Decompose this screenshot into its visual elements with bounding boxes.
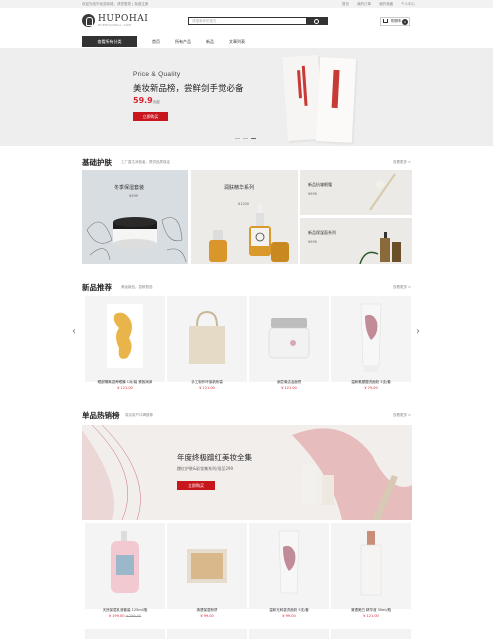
product-name[interactable]: 深层清洁洁面膏	[249, 380, 329, 385]
hot-banner[interactable]: 年度终极蹭红美妆全集 蹭红护肤&彩妆集系列/低至299 立即购买	[82, 425, 412, 520]
new-section-title: 新品推荐	[82, 283, 112, 292]
hero-headline: 美妆新品榜，尝鲜剑手觉必备	[133, 84, 244, 94]
eye-cream-swab	[369, 173, 396, 211]
product-name[interactable]: 天然保湿乳液套装 125ml/瓶	[85, 608, 165, 613]
product-price: ¥ 121.00	[199, 386, 215, 390]
hero-tagline: Price & Quality	[133, 71, 181, 78]
product-card-partial	[167, 629, 247, 639]
product-price: ¥ 121.00	[117, 386, 133, 390]
hot-banner-button[interactable]: 立即购买	[177, 481, 215, 490]
nav-articles[interactable]: 文章列表	[229, 36, 245, 47]
basic-section-subtitle: 工厂直达消费者，提供品质保证	[121, 160, 170, 164]
cleanser-tube-image	[360, 303, 382, 372]
site-logo[interactable]: HUPOHAI HUPOHAIMALL.COM	[82, 14, 148, 27]
product-name[interactable]: 清透保湿粉饼	[167, 608, 247, 613]
lotion-bottle-image	[111, 531, 139, 593]
cleansing-jar-image	[268, 318, 310, 359]
cart-count-badge: 0	[402, 19, 408, 25]
compact-powder-image	[187, 549, 227, 583]
search-input[interactable]: 请搜索你的宝贝	[188, 17, 328, 25]
product-name[interactable]: 温和氨基酸洗面奶 5支/套	[331, 380, 411, 385]
moisture-bottles	[359, 232, 401, 264]
product-card[interactable]	[167, 296, 247, 382]
product-price: ¥ 121.00	[363, 614, 379, 618]
carousel-next-icon[interactable]: ›	[416, 326, 420, 337]
product-price: ¥ 121.00	[281, 386, 297, 390]
hot-section-subtitle: 真实用户口碑推荐	[125, 413, 153, 417]
top-link-account[interactable]: 个人中心	[401, 2, 415, 7]
product-name[interactable]: 清透美白 精华液 30ml/瓶	[331, 608, 411, 613]
logo-mark-icon	[82, 14, 95, 27]
hero-banner[interactable]: Price & Quality 美妆新品榜，尝鲜剑手觉必备 59.9元起 立即购…	[0, 48, 493, 146]
leaf-illustration	[86, 217, 187, 263]
product-card-partial	[331, 629, 411, 639]
hot-banner-subtitle: 蹭红护肤&彩妆集系列/低至299	[177, 466, 234, 471]
logo-name: HUPOHAI	[98, 13, 149, 24]
product-price: ¥ 99.00	[200, 614, 214, 618]
product-price: ¥ 199.00 ¥ 299.00	[108, 614, 142, 618]
product-name[interactable]: 温和无刺激洗面奶 5支/套	[249, 608, 329, 613]
product-card[interactable]	[249, 523, 329, 609]
main-nav: 首页 所有产品 新品 文章列表	[152, 36, 245, 47]
product-card-partial	[85, 629, 165, 639]
hot-section-title: 单品热销榜	[82, 411, 120, 420]
basic-more-link[interactable]: 查看更多 >	[393, 160, 411, 165]
search-placeholder: 请搜索你的宝贝	[192, 19, 217, 23]
carousel-prev-icon[interactable]: ‹	[72, 326, 76, 337]
top-link-orders[interactable]: 我的订单	[357, 2, 371, 7]
category-menu-button[interactable]: 查看所有分类	[82, 36, 137, 47]
hero-carousel-dots[interactable]	[235, 138, 256, 140]
hero-buy-button[interactable]: 立即购买	[133, 112, 168, 121]
top-link-home[interactable]: 首页	[342, 2, 349, 7]
hero-price: 59.9元起	[133, 96, 160, 105]
tile-winter-set[interactable]: 冬季保湿套装 ¥599	[82, 170, 188, 264]
basic-section-title: 基础护肤	[82, 158, 112, 167]
product-card[interactable]	[249, 296, 329, 382]
product-card[interactable]	[331, 296, 411, 382]
cleanser-tube-image	[278, 530, 300, 594]
search-button[interactable]	[306, 17, 328, 25]
product-name[interactable]: 手工制作环保帆布袋	[167, 380, 247, 385]
tile-essence-series[interactable]: 润肤精华系列 ¥1200	[191, 170, 298, 264]
hot-banner-title: 年度终极蹭红美妆全集	[177, 453, 252, 462]
cart-icon	[383, 19, 388, 23]
product-card-partial	[249, 629, 329, 639]
tile-moisture-series[interactable]: 新品保湿面系列 ¥599	[300, 218, 412, 264]
product-price: ¥ 99.00	[282, 614, 296, 618]
hero-product-pack-2	[315, 57, 357, 143]
ribbon-illustration	[82, 425, 412, 520]
nav-all-products[interactable]: 所有产品	[175, 36, 191, 47]
nav-new[interactable]: 新品	[206, 36, 214, 47]
welcome-text: 欢迎光临华优选商城，请您登录 | 免费注册	[82, 2, 149, 6]
nav-home[interactable]: 首页	[152, 36, 160, 47]
top-bar: 欢迎光临华优选商城，请您登录 | 免费注册 首页 我的订单 我的收藏 个人中心	[0, 0, 493, 8]
cart-label: 购物车	[391, 19, 402, 23]
serum-bottle-image	[360, 531, 382, 596]
product-card[interactable]	[167, 523, 247, 609]
new-more-link[interactable]: 查看更多 >	[393, 285, 411, 290]
tote-bag-image	[189, 310, 225, 364]
product-card[interactable]	[85, 523, 165, 609]
eye-mask-image	[107, 304, 143, 368]
top-link-favorites[interactable]: 我的收藏	[379, 2, 393, 7]
logo-subtitle: HUPOHAIMALL.COM	[98, 23, 132, 27]
cart-button[interactable]: 购物车 0	[380, 17, 410, 26]
essence-bottles	[209, 204, 289, 262]
product-name[interactable]: 眼部隔离滋养眼膜 1对/装 紧致润泽	[85, 380, 165, 385]
tile-eye-cream[interactable]: 新品抗皱眼霜 ¥599	[300, 170, 412, 215]
product-card[interactable]	[331, 523, 411, 609]
new-section-subtitle: 美妆新品，尝鲜首选	[121, 285, 153, 289]
product-price: ¥ 79.00	[364, 386, 378, 390]
product-card[interactable]	[85, 296, 165, 382]
hot-more-link[interactable]: 查看更多 >	[393, 413, 411, 418]
